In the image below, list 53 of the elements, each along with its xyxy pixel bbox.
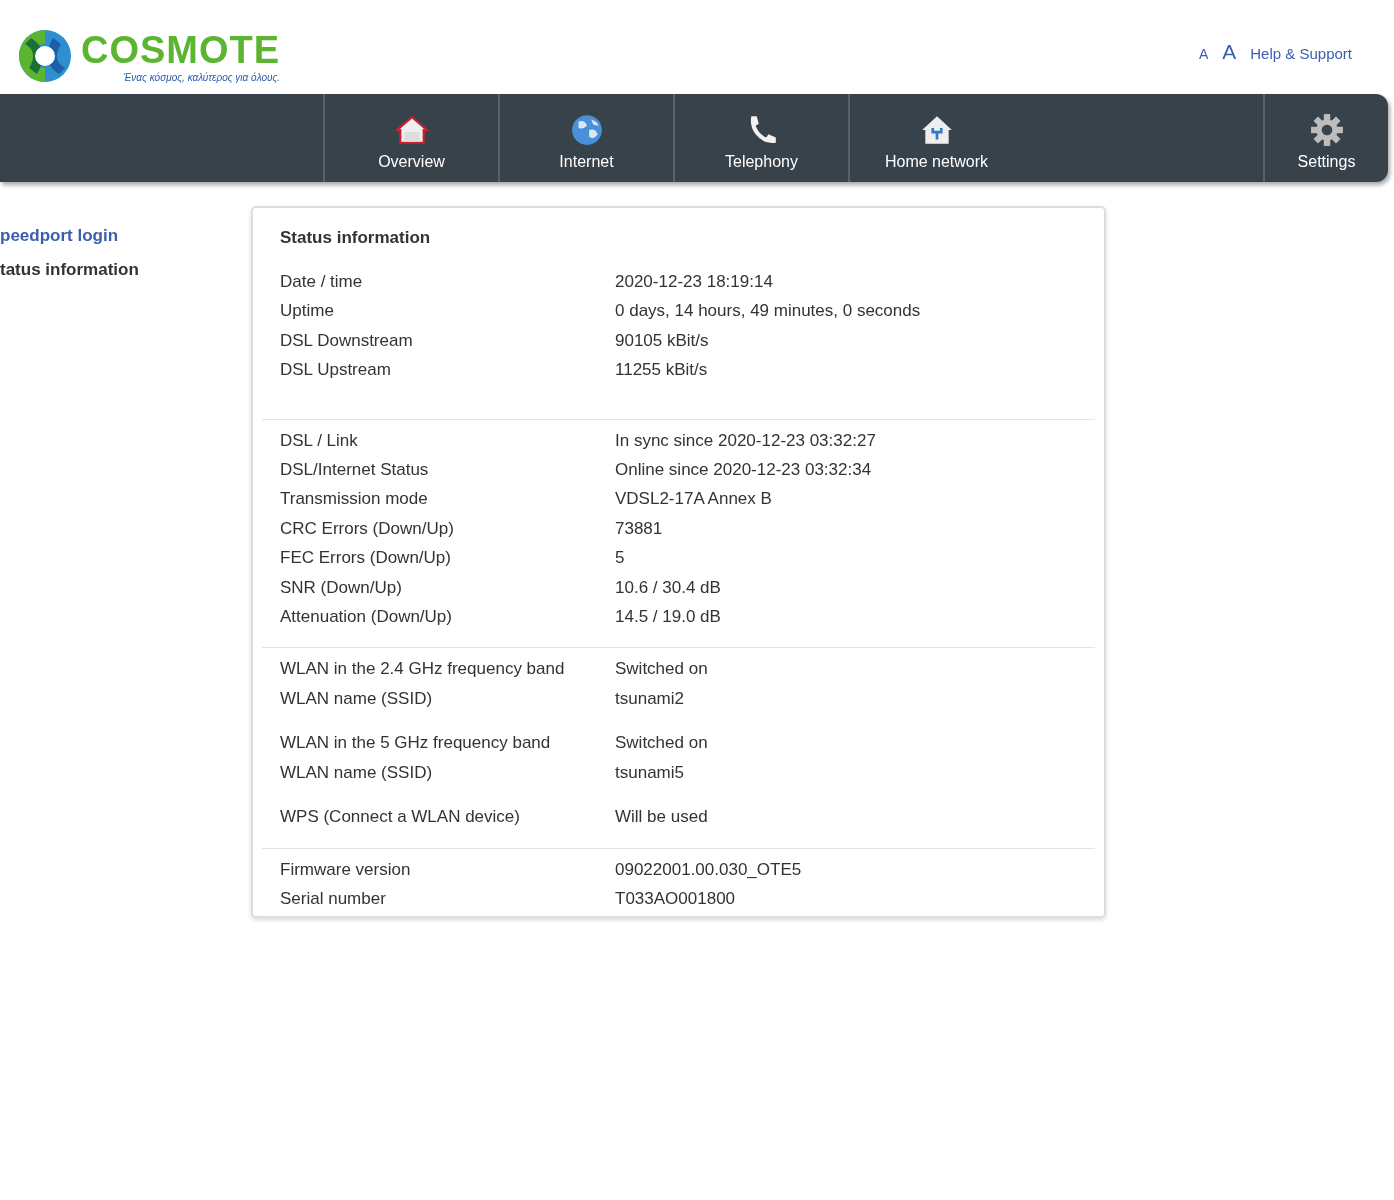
- field-value: tsunami5: [615, 761, 685, 784]
- field-value: tsunami2: [615, 687, 685, 710]
- field-value: In sync since 2020-12-23 03:32:27: [615, 429, 877, 452]
- field-label: DSL Downstream: [279, 329, 414, 352]
- field-value: 09022001.00.030_OTE5: [615, 858, 803, 881]
- field-label: Serial number: [279, 887, 387, 910]
- field-label: WPS (Connect a WLAN device): [279, 806, 521, 829]
- settings-icon: [1309, 113, 1344, 147]
- field-value: Switched on: [615, 732, 709, 755]
- field-label: CRC Errors (Down/Up): [279, 517, 455, 540]
- field-value: 73881: [615, 517, 664, 540]
- nav-tab[interactable]: Internet: [498, 94, 673, 182]
- brand-name: COSMOTE: [81, 29, 281, 70]
- font-size-small-link[interactable]: A: [1198, 46, 1209, 62]
- field-label: SNR (Down/Up): [279, 576, 403, 599]
- home-icon: [394, 113, 429, 147]
- panel-title: Status information: [279, 227, 432, 249]
- nav-tab[interactable]: Settings: [1263, 94, 1388, 182]
- field-value: Switched on: [615, 658, 709, 681]
- field-value: 0 days, 14 hours, 49 minutes, 0 seconds: [615, 300, 922, 323]
- field-value: T033AO001800: [615, 887, 737, 910]
- field-label: FEC Errors (Down/Up): [279, 547, 452, 570]
- field-label: WLAN name (SSID): [279, 687, 434, 710]
- field-value: 5: [615, 547, 626, 570]
- field-label: Attenuation (Down/Up): [279, 606, 453, 629]
- field-label: WLAN in the 5 GHz frequency band: [279, 732, 552, 755]
- globe-icon: [569, 113, 604, 147]
- field-value: 14.5 / 19.0 dB: [615, 606, 722, 629]
- field-value: 10.6 / 30.4 dB: [615, 576, 722, 599]
- field-label: WLAN in the 2.4 GHz frequency band: [279, 658, 566, 681]
- field-value: 11255 kBit/s: [615, 359, 709, 382]
- field-value: Will be used: [615, 806, 709, 829]
- field-label: DSL / Link: [279, 429, 359, 452]
- nav-tab[interactable]: Telephony: [673, 94, 848, 182]
- field-label: DSL/Internet Status: [279, 459, 430, 482]
- field-label: WLAN name (SSID): [279, 761, 434, 784]
- field-value: 90105 kBit/s: [615, 329, 710, 352]
- field-value: 2020-12-23 18:19:14: [615, 271, 774, 293]
- logo-icon: [17, 28, 73, 84]
- field-label: DSL Upstream: [279, 359, 392, 382]
- sidebar-link[interactable]: peedport login: [0, 226, 119, 246]
- slogan: Ένας κόσμος, καλύτερος για όλους.: [123, 71, 281, 83]
- field-value: Online since 2020-12-23 03:32:34: [615, 459, 873, 482]
- field-label: Date / time: [279, 271, 364, 293]
- field-label: Firmware version: [279, 858, 412, 881]
- sidebar-link[interactable]: tatus information: [0, 260, 139, 280]
- nav-tab[interactable]: Overview: [323, 94, 498, 182]
- font-size-large-link[interactable]: A: [1222, 40, 1237, 64]
- field-label: Transmission mode: [279, 488, 429, 511]
- field-label: Uptime: [279, 300, 335, 323]
- help-support-link[interactable]: Help & Support: [1250, 45, 1352, 62]
- field-value: VDSL2-17A Annex B: [615, 488, 773, 511]
- nav-tab[interactable]: Home network: [848, 94, 1023, 182]
